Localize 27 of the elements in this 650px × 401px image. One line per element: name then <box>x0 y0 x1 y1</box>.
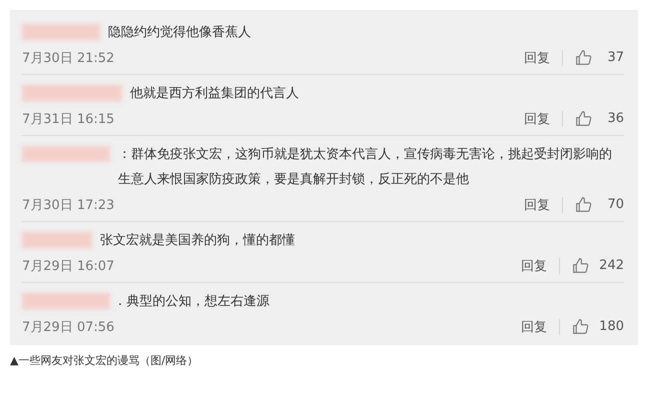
blurred-username <box>22 232 92 248</box>
thumbs-up-icon[interactable] <box>575 49 592 66</box>
like-count: 180 <box>599 319 624 334</box>
like-count: 242 <box>599 258 624 273</box>
comment-text: . 典型的公知，想左右逢源 <box>118 293 270 311</box>
comment-time: 7月31日 16:15 <box>22 110 116 128</box>
reply-link[interactable]: 回复 <box>521 256 548 274</box>
comment-text: 隐隐约约觉得他像香蕉人 <box>108 24 252 42</box>
comment-text: 他就是西方利益集团的代言人 <box>130 85 300 103</box>
thumbs-up-icon[interactable] <box>575 110 592 127</box>
comment-text: 张文宏就是美国养的狗，懂的都懂 <box>100 232 296 250</box>
like-count: 70 <box>606 197 624 212</box>
reply-link[interactable]: 回复 <box>524 48 550 66</box>
comment-time: 7月30日 21:52 <box>22 50 116 66</box>
image-caption: ▲一些网友对张文宏的谩骂（图/网络） <box>9 353 200 368</box>
reply-link[interactable]: 回复 <box>524 196 550 214</box>
thumbs-up-icon[interactable] <box>575 196 592 213</box>
comment-time: 7月29日 16:07 <box>22 258 116 274</box>
like-count: 37 <box>606 50 624 65</box>
comment-text: ：群体免疫张文宏，这狗币就是犹太资本代言人，宣传病毒无害论，挑起受封闭影响的生意人来恨国家防疫政策，要是真解开封锁，反正死的不是他 <box>118 146 613 189</box>
thumbs-up-icon[interactable] <box>572 257 590 274</box>
comment-time: 7月29日 07:56 <box>22 318 116 336</box>
thumbs-up-icon[interactable] <box>572 318 590 335</box>
reply-link[interactable]: 回复 <box>524 110 550 128</box>
like-count: 36 <box>606 111 624 126</box>
reply-link[interactable]: 回复 <box>521 318 548 336</box>
comment-time: 7月30日 17:23 <box>22 196 116 214</box>
